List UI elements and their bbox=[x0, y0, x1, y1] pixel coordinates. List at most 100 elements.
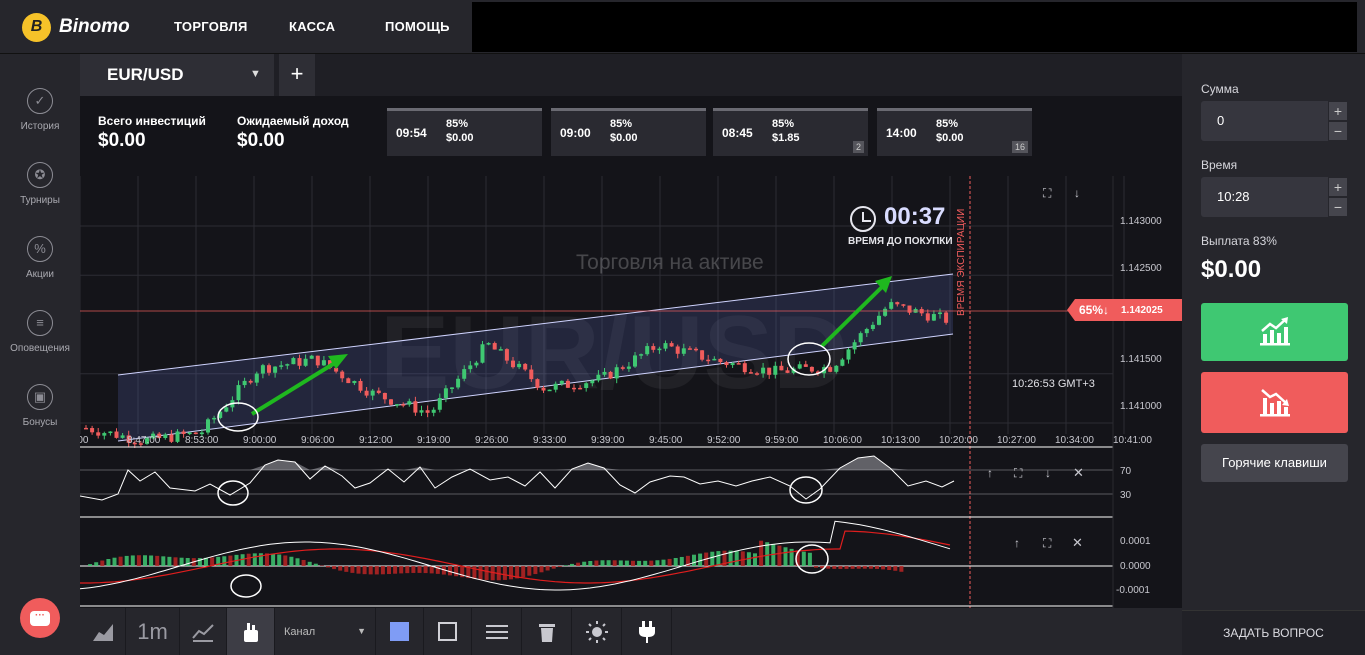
timer-caption: ВРЕМЯ ДО ПОКУПКИ bbox=[848, 236, 953, 247]
candle-body bbox=[370, 390, 375, 396]
logo[interactable]: B Binomo bbox=[22, 12, 130, 42]
candle-body bbox=[614, 367, 619, 379]
candle-body bbox=[358, 380, 363, 391]
candle-body bbox=[779, 365, 784, 371]
nav-help[interactable]: ПОМОЩЬ bbox=[385, 19, 450, 34]
macd-bar bbox=[429, 566, 434, 574]
logo-mark-icon: B bbox=[22, 12, 51, 42]
option-time: 08:45 bbox=[722, 126, 753, 140]
candle-body bbox=[712, 358, 717, 361]
indicator-select[interactable]: Канал ▼ bbox=[275, 608, 376, 655]
option-amount: $0.00 bbox=[446, 132, 474, 144]
fill-color-button[interactable] bbox=[376, 608, 424, 655]
candle-body bbox=[212, 417, 217, 420]
chart-area[interactable]: EUR/USD Торговля на активе ВРЕМЯ ЭКСПИРА… bbox=[80, 96, 1182, 608]
price-chart[interactable]: EUR/USD Торговля на активе ВРЕМЯ ЭКСПИРА… bbox=[80, 96, 1182, 608]
delete-drawings-button[interactable] bbox=[522, 608, 572, 655]
expected-income-value: $0.00 bbox=[237, 130, 285, 151]
hotkeys-button[interactable]: Горячие клавиши bbox=[1201, 444, 1348, 482]
line-width-button[interactable] bbox=[472, 608, 522, 655]
asset-tab-eurusd[interactable]: EUR/USD ▼ bbox=[80, 54, 274, 96]
expected-income-label: Ожидаемый доход bbox=[237, 114, 349, 128]
macd-bar bbox=[411, 566, 416, 573]
macd-bar bbox=[777, 545, 782, 566]
fullscreen-icon[interactable]: ⛶ bbox=[1013, 466, 1023, 480]
osc-level-label: 30 bbox=[1120, 490, 1132, 501]
macd-bar bbox=[405, 566, 410, 574]
option-time: 09:00 bbox=[560, 126, 591, 140]
buy-up-button[interactable] bbox=[1201, 303, 1348, 361]
buy-down-button[interactable] bbox=[1201, 372, 1348, 433]
border-color-button[interactable] bbox=[424, 608, 472, 655]
macd-bar bbox=[856, 566, 861, 569]
sidebar-item-bonuses[interactable]: ▣ Бонусы bbox=[0, 384, 80, 428]
x-tick-label: 9:26:00 bbox=[475, 435, 509, 446]
macd-bar bbox=[228, 555, 233, 566]
arrow-up-icon[interactable]: ↑ bbox=[1014, 536, 1020, 550]
option-card[interactable]: 14:00 85% $0.00 16 bbox=[877, 108, 1032, 156]
ask-question-button[interactable]: ЗАДАТЬ ВОПРОС bbox=[1182, 610, 1365, 655]
macd-bar bbox=[478, 566, 483, 580]
macd-bar bbox=[94, 562, 99, 566]
indicators-button[interactable] bbox=[180, 608, 227, 655]
option-card[interactable]: 08:45 85% $1.85 2 bbox=[713, 108, 868, 156]
macd-bar bbox=[326, 566, 330, 568]
macd-bar bbox=[753, 553, 757, 566]
chat-button[interactable]: ··· bbox=[20, 598, 60, 638]
arrow-up-icon[interactable]: ↑ bbox=[987, 466, 993, 480]
candle-body bbox=[797, 364, 802, 369]
candle-body bbox=[565, 380, 570, 388]
chevron-down-icon[interactable]: ▼ bbox=[250, 68, 261, 80]
macd-bar bbox=[136, 555, 141, 566]
fullscreen-icon[interactable]: ⛶ bbox=[1042, 186, 1052, 200]
option-amount: $0.00 bbox=[610, 132, 638, 144]
option-count-badge: 16 bbox=[1011, 141, 1028, 153]
fullscreen-icon[interactable]: ⛶ bbox=[1042, 536, 1052, 550]
macd-bar bbox=[112, 557, 117, 566]
amount-decrease-button[interactable]: − bbox=[1328, 121, 1348, 141]
drawing-tools-button[interactable] bbox=[227, 608, 275, 655]
nav-trading[interactable]: ТОРГОВЛЯ bbox=[174, 19, 248, 34]
arrow-down-icon[interactable]: ↓ bbox=[1074, 186, 1080, 200]
bottom-toolbar: 1m Канал ▼ bbox=[80, 608, 1182, 655]
sun-icon bbox=[585, 620, 608, 643]
amount-increase-button[interactable]: + bbox=[1328, 101, 1348, 121]
trade-panel: Сумма 0 Время 10:28 Выплата 83% $0.00 Го… bbox=[1182, 54, 1365, 655]
option-card[interactable]: 09:54 85% $0.00 bbox=[387, 108, 542, 156]
chart-type-button[interactable] bbox=[80, 608, 126, 655]
sidebar-item-notifications[interactable]: ≡ Оповещения bbox=[0, 310, 80, 354]
candle-body bbox=[303, 358, 308, 366]
time-decrease-button[interactable]: − bbox=[1328, 197, 1348, 217]
sidebar-item-label: Оповещения bbox=[10, 343, 70, 354]
candle-body bbox=[864, 328, 869, 334]
timeframe-button[interactable]: 1m bbox=[126, 608, 180, 655]
macd-bar bbox=[423, 566, 428, 574]
sidebar-item-promotions[interactable]: % Акции bbox=[0, 236, 80, 280]
arrow-down-icon[interactable]: ↓ bbox=[1045, 466, 1051, 480]
time-input[interactable]: 10:28 bbox=[1201, 177, 1329, 217]
candle-body bbox=[498, 349, 503, 351]
macd-bar bbox=[161, 556, 166, 566]
amount-input[interactable]: 0 bbox=[1201, 101, 1329, 141]
close-icon[interactable]: ✕ bbox=[1073, 465, 1084, 480]
candle-body bbox=[944, 312, 949, 323]
option-card[interactable]: 09:00 85% $0.00 bbox=[551, 108, 706, 156]
sidebar-item-tournaments[interactable]: ✪ Турниры bbox=[0, 162, 80, 206]
macd-bar bbox=[710, 551, 715, 566]
nav-cashier[interactable]: КАССА bbox=[289, 19, 335, 34]
time-increase-button[interactable]: + bbox=[1328, 177, 1348, 197]
macd-bar bbox=[344, 566, 349, 572]
plugin-button[interactable] bbox=[622, 608, 672, 655]
add-asset-button[interactable]: + bbox=[279, 54, 315, 96]
x-tick-label: 9:52:00 bbox=[707, 435, 741, 446]
macd-bar bbox=[167, 556, 172, 566]
macd-bar bbox=[868, 566, 873, 569]
macd-level-label: 0.0001 bbox=[1120, 536, 1151, 547]
candle-body bbox=[84, 427, 88, 430]
sidebar-item-history[interactable]: ✓ История bbox=[0, 88, 80, 132]
sidebar-item-label: Турниры bbox=[20, 195, 60, 206]
theme-toggle-button[interactable] bbox=[572, 608, 622, 655]
osc-level-label: 70 bbox=[1120, 466, 1132, 477]
option-amount: $1.85 bbox=[772, 132, 800, 144]
close-icon[interactable]: ✕ bbox=[1072, 535, 1083, 550]
